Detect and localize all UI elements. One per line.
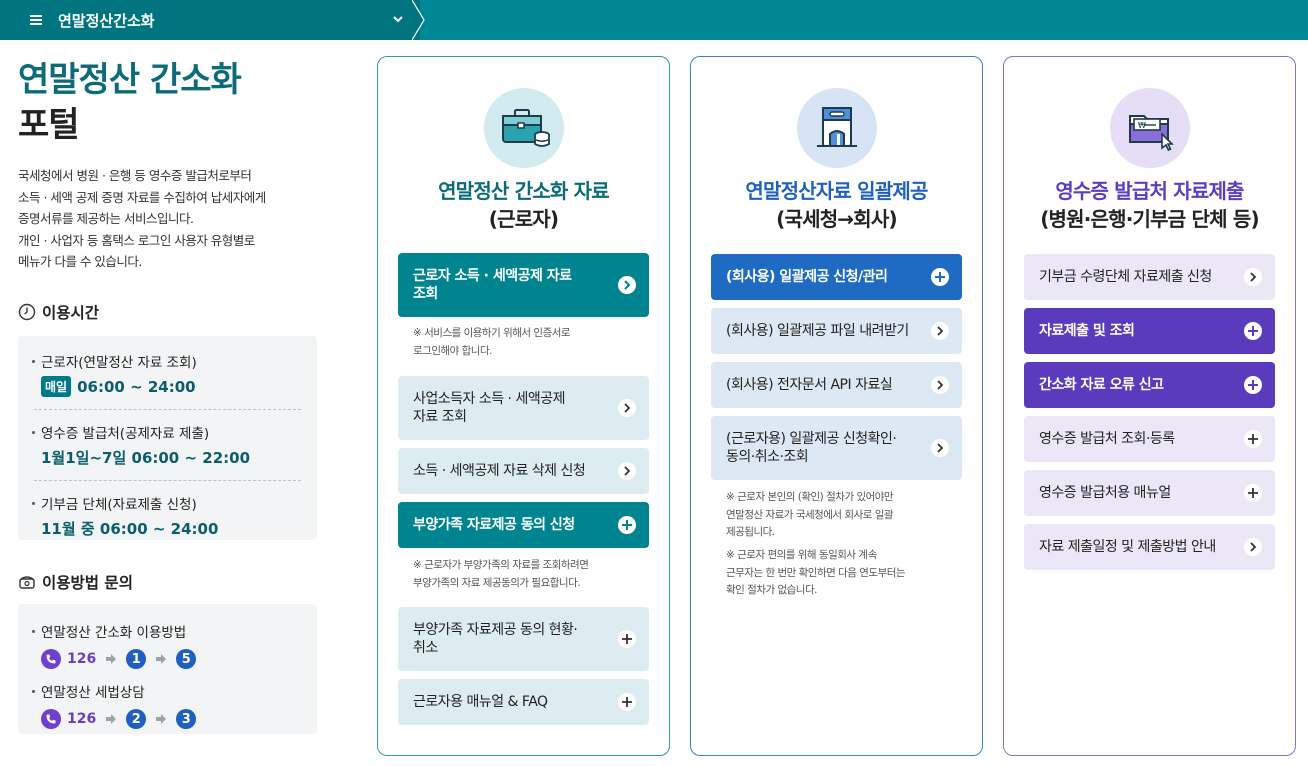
briefcase-icon	[483, 88, 564, 168]
chevron-down-icon[interactable]	[391, 12, 405, 26]
dependent-notice: ※ 근로자가 부양가족의 자료를 조회하려면 부양가족의 자료 제공동의가 필요…	[413, 559, 589, 589]
data-error-report-button[interactable]: 간소화 자료 오류 신고	[1024, 362, 1275, 408]
step-number: 3	[176, 709, 197, 729]
chevron-right-icon	[1244, 268, 1262, 286]
employee-manual-faq-button[interactable]: 근로자용 매뉴얼 & FAQ	[398, 679, 649, 725]
chevron-right-icon	[1244, 538, 1262, 556]
hours-item: 영수증 발급처(공제자료 제출) 1월1일~7일 06:00 ~ 22:00	[18, 422, 317, 468]
folder-cursor-icon: ₩	[1109, 88, 1190, 168]
contact-item: 연말정산 세법상담 126 2 3	[18, 681, 317, 729]
plus-icon	[618, 516, 636, 534]
hours-item: 근로자(연말정산 자료 조회) 매일 06:00 ~ 24:00	[18, 351, 317, 397]
business-income-lookup-button[interactable]: 사업소득자 소득 · 세액공제 자료 조회	[398, 376, 649, 440]
phone-number: 126	[67, 711, 97, 727]
chevron-right-icon	[931, 376, 949, 394]
bulk-file-download-button[interactable]: (회사용) 일괄제공 파일 내려받기	[711, 308, 962, 354]
chevron-right-icon	[931, 322, 949, 340]
plus-icon	[1244, 322, 1262, 340]
arrow-right-icon	[106, 714, 117, 724]
plus-icon	[1244, 376, 1262, 394]
deduction-delete-request-button[interactable]: 소득 · 세액공제 자료 삭제 신청	[398, 448, 649, 494]
bulk-provision-manage-button[interactable]: (회사용) 일괄제공 신청/관리	[711, 254, 962, 300]
card-bulk-provision: 연말정산자료 일괄제공 (국세청→회사) (회사용) 일괄제공 신청/관리 (회…	[690, 56, 983, 756]
plus-icon	[1244, 430, 1262, 448]
contact-item: 연말정산 간소화 이용방법 126 1 5	[18, 621, 317, 669]
menu-icon[interactable]	[30, 13, 42, 27]
plus-icon	[618, 630, 636, 648]
breadcrumb-label: 연말정산간소화	[58, 11, 155, 30]
contact-box: 연말정산 간소화 이용방법 126 1 5 연말정산 세법상담 126 2 3	[18, 604, 317, 734]
clock-icon	[18, 303, 36, 321]
arrow-right-icon	[106, 654, 117, 664]
arrow-right-icon	[156, 654, 167, 664]
repeat-notice: ※ 근로자 편의를 위해 동일회사 계속 근무자는 한 번만 확인하면 다음 연…	[726, 549, 906, 596]
card-title: 연말정산 간소화 자료 (근로자)	[438, 179, 610, 231]
page-title: 연말정산 간소화 포털	[18, 60, 242, 145]
step-number: 5	[176, 649, 197, 669]
dependent-consent-status-button[interactable]: 부양가족 자료제공 동의 현황· 취소	[398, 607, 649, 671]
divider	[34, 409, 301, 410]
issuer-lookup-register-button[interactable]: 영수증 발급처 조회·등록	[1024, 416, 1275, 462]
breadcrumb-separator	[412, 0, 425, 40]
plus-icon	[931, 268, 949, 286]
divider	[34, 480, 301, 481]
step-number: 1	[126, 649, 147, 669]
dependent-consent-request-button[interactable]: 부양가족 자료제공 동의 신청	[398, 502, 649, 548]
submission-schedule-guide-button[interactable]: 자료 제출일정 및 제출방법 안내	[1024, 524, 1275, 570]
phone-icon	[41, 649, 61, 669]
employee-deduction-lookup-button[interactable]: 근로자 소득 · 세액공제 자료 조회	[398, 253, 649, 317]
card-title: 영수증 발급처 자료제출 (병원·은행·기부금 단체 등)	[1040, 179, 1259, 231]
chevron-right-icon	[618, 462, 636, 480]
page-description: 국세청에서 병원 · 은행 등 영수증 발급처로부터 소득 · 세액 공제 증명…	[18, 168, 266, 269]
plus-icon	[1244, 484, 1262, 502]
api-library-button[interactable]: (회사용) 전자문서 API 자료실	[711, 362, 962, 408]
chevron-right-icon	[618, 276, 636, 294]
arrow-right-icon	[156, 714, 167, 724]
phone-icon	[41, 709, 61, 729]
breadcrumb-dropdown[interactable]: 연말정산간소화	[0, 0, 420, 40]
phone-number: 126	[67, 651, 97, 667]
chevron-right-icon	[618, 399, 636, 417]
data-submit-lookup-button[interactable]: 자료제출 및 조회	[1024, 308, 1275, 354]
daily-badge: 매일	[41, 376, 72, 397]
consent-notice: ※ 근로자 본인의 (확인) 절차가 있어야만 연말정산 자료가 국세청에서 회…	[726, 491, 894, 538]
hours-box: 근로자(연말정산 자료 조회) 매일 06:00 ~ 24:00 영수증 발급처(…	[18, 336, 317, 540]
contact-heading: 이용방법 문의	[18, 571, 133, 593]
top-nav-bar: 연말정산간소화	[0, 0, 1308, 40]
card-title: 연말정산자료 일괄제공 (국세청→회사)	[745, 179, 928, 231]
chevron-right-icon	[931, 439, 949, 457]
card-receipt-issuer: ₩ 영수증 발급처 자료제출 (병원·은행·기부금 단체 등) 기부금 수령단체…	[1003, 56, 1296, 756]
telephone-icon	[19, 576, 35, 589]
plus-icon	[618, 693, 636, 711]
login-notice: ※ 서비스를 이용하기 위해서 인증서로 로그인해야 합니다.	[413, 327, 571, 357]
card-simplified-data: 연말정산 간소화 자료 (근로자) 근로자 소득 · 세액공제 자료 조회 ※ 서…	[377, 56, 670, 756]
issuer-manual-button[interactable]: 영수증 발급처용 매뉴얼	[1024, 470, 1275, 516]
hours-item: 기부금 단체(자료제출 신청) 11월 중 06:00 ~ 24:00	[18, 493, 317, 539]
donation-org-submit-request-button[interactable]: 기부금 수령단체 자료제출 신청	[1024, 254, 1275, 300]
step-number: 2	[126, 709, 147, 729]
building-icon	[796, 88, 877, 168]
hours-heading: 이용시간	[18, 301, 99, 323]
employee-bulk-consent-button[interactable]: (근로자용) 일괄제공 신청확인· 동의·취소·조회	[711, 416, 962, 480]
